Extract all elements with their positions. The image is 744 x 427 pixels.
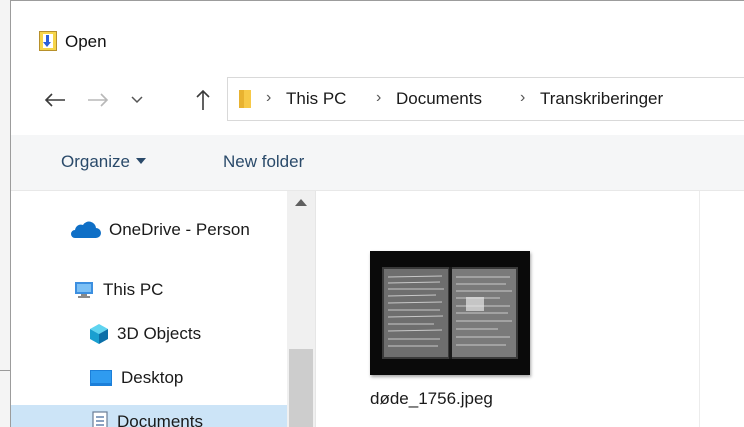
breadcrumb-documents[interactable]: Documents (396, 89, 482, 109)
arrow-right-icon (88, 93, 109, 107)
window-title: Open (65, 32, 107, 51)
nav-item-label: This PC (103, 280, 164, 299)
command-bar: Organize New folder (11, 135, 744, 191)
desktop-divider (0, 370, 10, 371)
recent-locations-button[interactable] (127, 85, 147, 115)
document-scan-image (370, 251, 530, 375)
nav-item-this-pc[interactable]: This PC (11, 273, 287, 307)
forward-button[interactable] (85, 85, 111, 115)
breadcrumb-separator[interactable]: › (520, 89, 525, 107)
scroll-up-arrow-icon[interactable] (295, 199, 307, 206)
address-bar[interactable]: › This PC › Documents › Transkriberinger (227, 77, 744, 121)
back-button[interactable] (41, 85, 69, 115)
scroll-thumb[interactable] (289, 349, 313, 427)
nav-pane-scrollbar[interactable] (287, 191, 315, 427)
nav-item-label: Documents (117, 412, 203, 427)
arrow-left-icon (44, 93, 65, 107)
organize-button[interactable]: Organize (61, 152, 146, 172)
onedrive-cloud-icon (71, 221, 101, 238)
organize-label: Organize (61, 152, 130, 171)
title-bar[interactable]: Open (11, 1, 744, 63)
chevron-down-icon (131, 96, 143, 104)
column-divider (699, 191, 700, 427)
nav-item-desktop[interactable]: Desktop (11, 361, 287, 395)
nav-item-label: Desktop (121, 368, 184, 387)
breadcrumb-this-pc[interactable]: This PC (286, 89, 346, 109)
nav-item-documents[interactable]: Documents (11, 405, 287, 427)
breadcrumb-separator[interactable]: › (266, 89, 271, 107)
open-dialog: Open › This PC › Documents › Transkriber… (10, 0, 744, 427)
documents-icon (92, 411, 108, 427)
3d-objects-icon (90, 324, 108, 344)
navigation-bar: › This PC › Documents › Transkriberinger (11, 63, 744, 135)
folder-icon (239, 90, 251, 108)
caret-down-icon (135, 157, 146, 164)
nav-item-3d-objects[interactable]: 3D Objects (11, 317, 287, 351)
nav-item-onedrive[interactable]: OneDrive - Person (11, 213, 287, 247)
file-name: døde_1756.jpeg (370, 389, 493, 408)
file-item[interactable]: døde_1756.jpeg (360, 245, 550, 425)
nav-item-label: 3D Objects (117, 324, 202, 343)
file-list: døde_1756.jpeg (316, 191, 744, 427)
nav-item-label: OneDrive - Person (109, 220, 250, 239)
image-thumbnail (370, 251, 530, 375)
new-folder-button[interactable]: New folder (223, 152, 304, 172)
up-button[interactable] (191, 85, 215, 115)
navigation-pane: OneDrive - Person This PC 3D Objects Des… (11, 191, 315, 427)
app-icon (39, 31, 57, 51)
breadcrumb-separator[interactable]: › (376, 89, 381, 107)
computer-icon (75, 282, 93, 298)
desktop-background (0, 0, 10, 427)
arrow-up-icon (196, 89, 210, 110)
breadcrumb-transkriberinger[interactable]: Transkriberinger (540, 89, 663, 109)
desktop-icon (90, 370, 112, 386)
